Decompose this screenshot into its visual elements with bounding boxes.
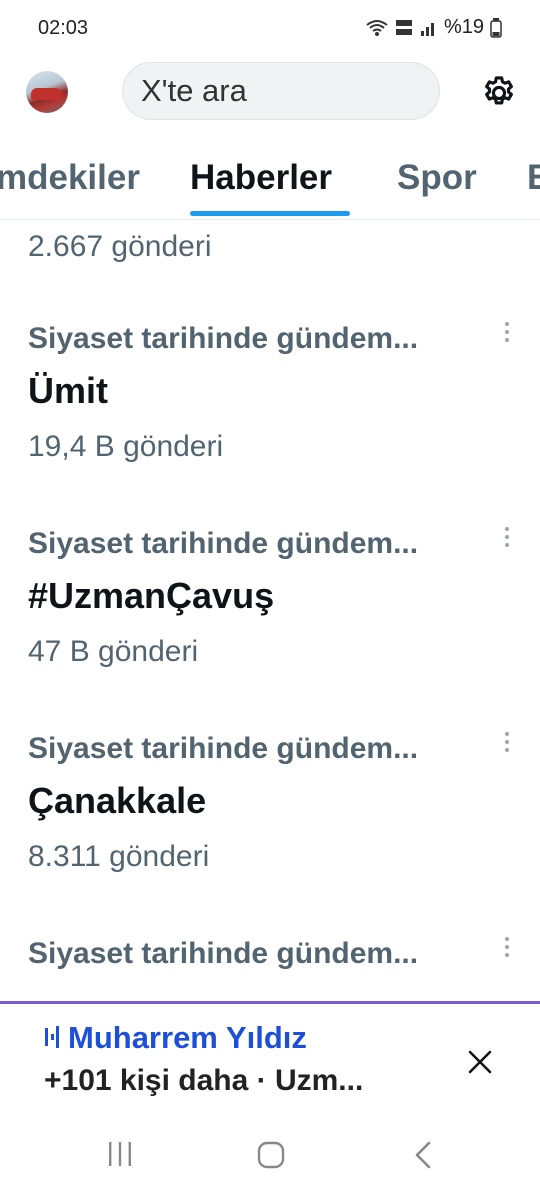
trend-title: #UzmanÇavuş [28, 575, 275, 616]
active-tab-indicator [190, 211, 350, 216]
trend-context: Siyaset tarihinde gündem... [28, 732, 419, 765]
tab-spor[interactable]: Spor [397, 158, 477, 198]
status-bar: 02:03 %19 [0, 0, 540, 58]
search-input[interactable]: X'te ara [122, 62, 440, 120]
trend-context: Siyaset tarihinde gündem... [28, 937, 419, 970]
tab-eglence[interactable]: E [527, 158, 540, 198]
battery-percent: %19 [443, 16, 484, 38]
header: X'te ara [0, 58, 540, 124]
status-time: 02:03 [38, 17, 89, 39]
trend-count: 19,4 B gönderi [28, 430, 224, 463]
signal-icon [420, 22, 434, 36]
system-nav-bar [0, 1110, 540, 1200]
trend-feed: 2.667 gönderi Siyaset tarihinde gündem..… [0, 220, 540, 1003]
search-placeholder: X'te ara [141, 73, 247, 108]
trend-count: 2.667 gönderi [28, 230, 212, 263]
trend-context: Siyaset tarihinde gündem... [28, 527, 419, 560]
trend-item[interactable]: Siyaset tarihinde gündem... [0, 937, 540, 1003]
recents-icon[interactable] [106, 1140, 134, 1168]
tab-haberler[interactable]: Haberler [190, 158, 332, 198]
home-icon[interactable] [256, 1140, 286, 1170]
trend-count: 47 B gönderi [28, 635, 199, 668]
status-icons: %19 [366, 16, 502, 39]
live-space-banner[interactable]: Muharrem Yıldız +101 kişi daha · Uzm... [0, 1001, 540, 1106]
more-icon[interactable] [500, 322, 514, 348]
close-icon[interactable] [466, 1048, 494, 1076]
gear-icon[interactable] [480, 74, 518, 112]
banner-title: Muharrem Yıldız [68, 1020, 307, 1055]
trend-item[interactable]: Siyaset tarihinde gündem... Çanakkale 8.… [0, 732, 540, 937]
trend-context: Siyaset tarihinde gündem... [28, 322, 419, 355]
more-icon[interactable] [500, 527, 514, 553]
more-icon[interactable] [500, 732, 514, 758]
trend-title: Çanakkale [28, 780, 207, 821]
more-icon[interactable] [500, 937, 514, 963]
trend-title: Ümit [28, 370, 108, 411]
trend-item[interactable]: Siyaset tarihinde gündem... #UzmanÇavuş … [0, 527, 540, 732]
tab-gundemdekiler[interactable]: mdekiler [0, 158, 140, 198]
avatar[interactable] [26, 71, 68, 113]
banner-subtitle: +101 kişi daha · Uzm... [44, 1064, 364, 1097]
battery-icon [490, 17, 502, 38]
trend-item[interactable]: Siyaset tarihinde gündem... Ümit 19,4 B … [0, 322, 540, 527]
wifi-icon [366, 19, 388, 36]
trend-count: 8.311 gönderi [28, 840, 210, 873]
audio-bars-icon [45, 1026, 59, 1048]
back-icon[interactable] [412, 1140, 434, 1170]
tab-bar: mdekiler Haberler Spor E [0, 140, 540, 220]
volte-icon [395, 19, 412, 35]
